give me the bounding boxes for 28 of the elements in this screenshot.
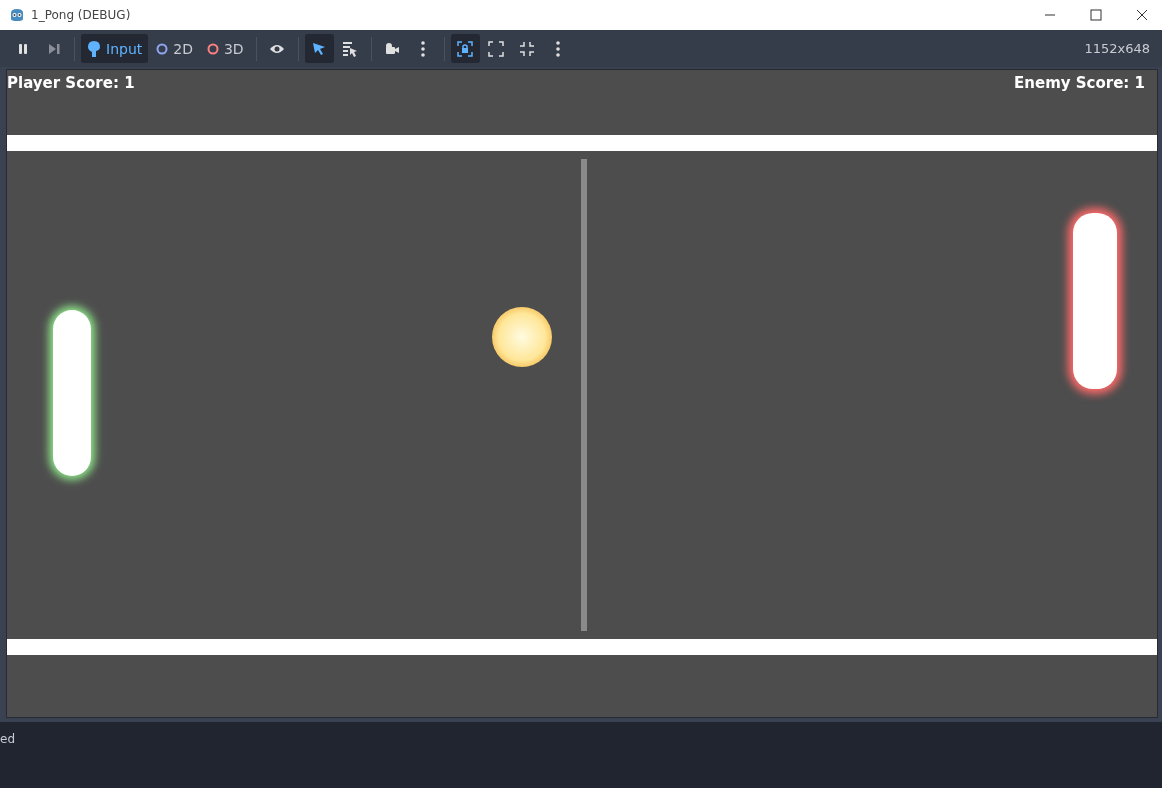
flat-button[interactable]: 2D — [150, 34, 199, 63]
corners-icon — [488, 40, 505, 57]
step-icon — [46, 42, 61, 55]
ring-icon — [156, 42, 169, 55]
player-score: Player Score: 1 — [7, 74, 135, 92]
input-button[interactable]: Input — [81, 34, 149, 63]
maximize-icon[interactable] — [1090, 9, 1102, 21]
spatial-button[interactable]: 3D — [200, 34, 250, 63]
more-icon — [556, 40, 561, 57]
eye-icon — [269, 42, 286, 55]
pause-icon — [16, 42, 29, 55]
ring-icon — [206, 42, 219, 55]
enemy-score: Enemy Score: 1 — [1014, 74, 1145, 92]
window-title: 1_Pong (DEBUG) — [31, 8, 131, 22]
ball — [492, 307, 552, 367]
output-text: ed — [0, 732, 15, 746]
more-icon — [421, 40, 426, 57]
cursor-arrow-icon — [312, 41, 327, 56]
select-button[interactable] — [304, 34, 334, 63]
joystick-icon — [87, 39, 101, 58]
robot-head-icon — [9, 7, 25, 23]
camera-icon — [384, 41, 401, 56]
viewport-size-label: 1152x648 — [1084, 41, 1151, 56]
lock-button[interactable] — [450, 34, 480, 63]
close-icon[interactable] — [1136, 9, 1148, 21]
list-cursor-icon — [342, 40, 359, 57]
inward-corners-icon — [519, 40, 536, 57]
padlock-frame-icon — [457, 40, 474, 57]
